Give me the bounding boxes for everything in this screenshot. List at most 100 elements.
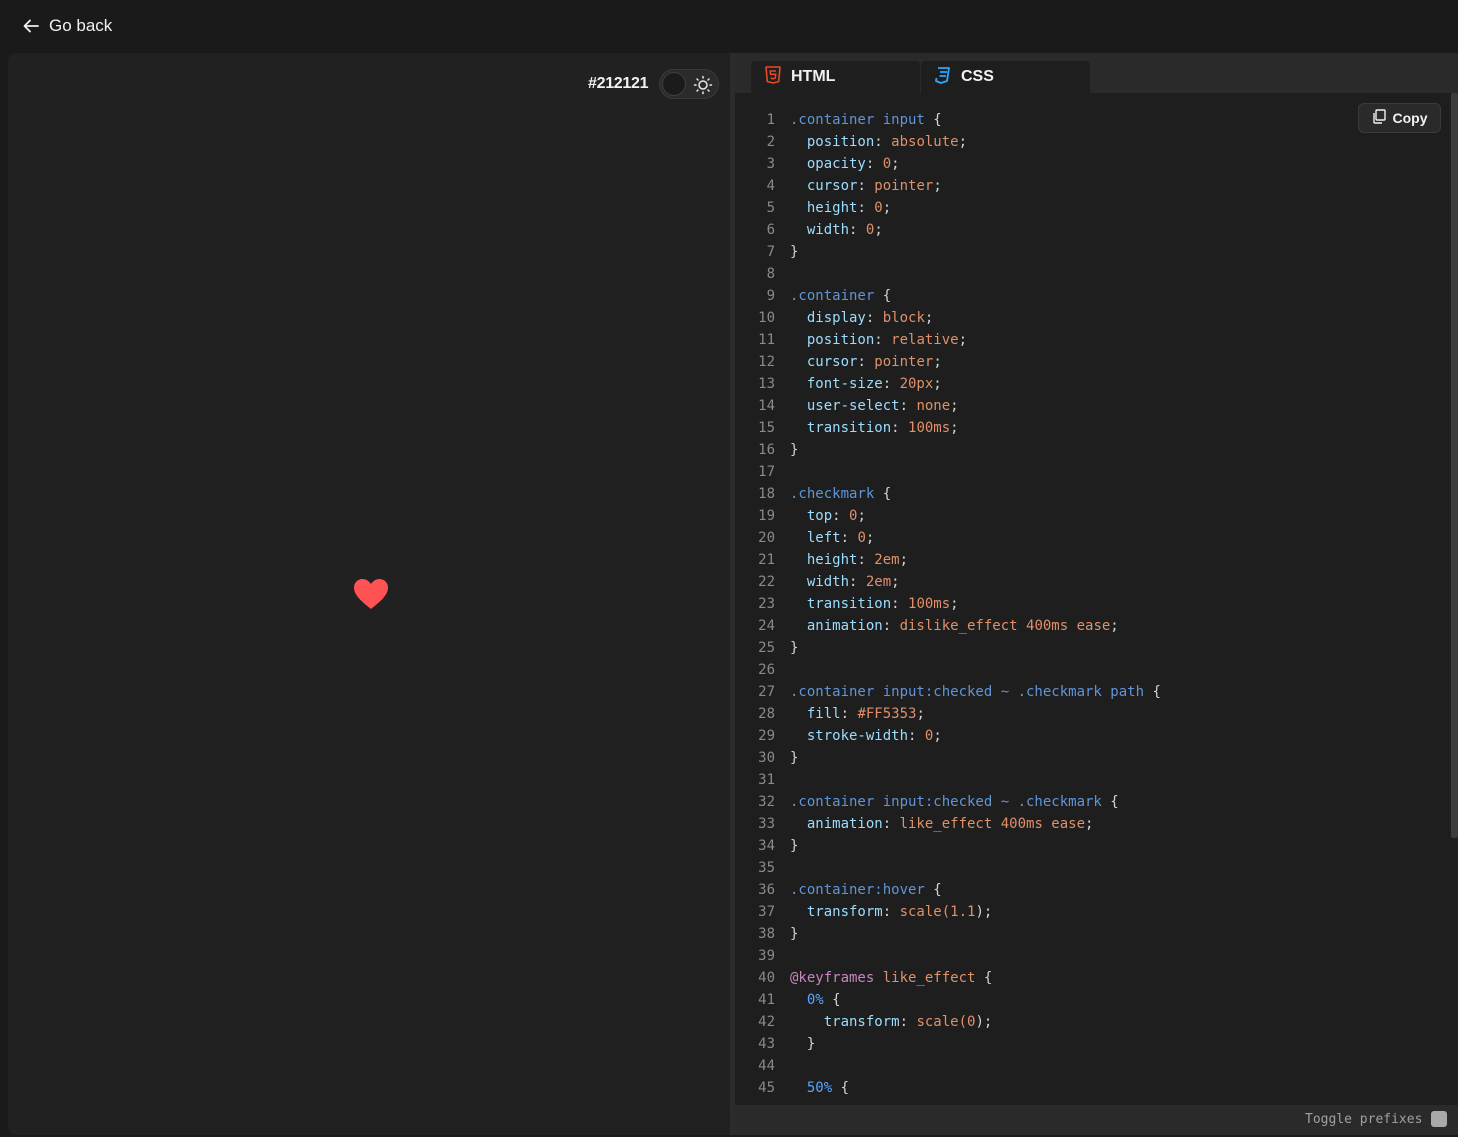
line-number: 29 [758,728,775,744]
heart-icon [354,579,388,609]
code-token: relative [891,332,959,348]
line-number: 39 [758,948,775,964]
line-number: 36 [758,882,775,898]
heart-like-checkbox[interactable] [353,578,389,615]
code-token: : [857,354,875,370]
code-token: } [790,838,799,854]
code-line: 40 @keyframes like_effect { [735,967,1450,989]
line-number: 25 [758,640,775,656]
line-number: 37 [758,904,775,920]
code-token: #FF5353 [857,706,917,722]
code-token: ; [933,376,942,392]
code-token: ; [950,398,959,414]
code-token: 2em [865,574,892,590]
preview-panel: #212121 [8,53,730,1135]
code-token: like_effect [874,970,976,986]
code-token: 2em [874,552,900,568]
code-token: ); [975,904,993,920]
line-content: } [775,439,798,461]
code-token: cursor [806,354,858,370]
code-token: { [1101,794,1119,810]
line-number: 26 [758,662,775,678]
tab-html[interactable]: HTML [751,61,920,93]
code-token: width [806,222,850,238]
code-token: : [882,618,900,634]
line-number: 31 [758,772,775,788]
code-token: height [806,200,858,216]
code-token: } [790,640,799,656]
code-token: like_effect 400ms ease [899,816,1086,832]
line-content [775,263,790,285]
go-back-label: Go back [49,16,113,35]
css3-icon [935,66,951,89]
code-token: : [882,816,900,832]
code-token: display [806,310,866,326]
code-token: } [790,750,799,766]
code-line: 44 [735,1055,1450,1077]
line-content: cursor: pointer; [775,351,942,373]
line-content: width: 0; [775,219,883,241]
background-color-label[interactable]: #212121 [588,75,649,93]
code-line: 5 height: 0; [735,197,1450,219]
code-line: 18 .checkmark { [735,483,1450,505]
line-number: 38 [758,926,775,942]
line-content [775,945,790,967]
line-content [775,1055,790,1077]
tab-html-label: HTML [791,68,836,85]
code-line: 31 [735,769,1450,791]
line-content: transform: scale(0); [775,1011,993,1033]
line-content: } [775,747,798,769]
line-content: .container input:checked ~ .checkmark pa… [775,681,1161,703]
line-number: 28 [758,706,775,722]
code-token: 1.1 [950,904,976,920]
line-number: 21 [758,552,775,568]
line-content: .container { [775,285,891,307]
code-token: scale( [899,904,951,920]
toggle-prefixes-checkbox[interactable] [1431,1111,1447,1127]
code-token: .container [790,288,875,304]
code-token: : [857,178,875,194]
line-content: height: 2em; [775,549,908,571]
code-token: { [832,1080,850,1096]
code-token: ; [891,574,900,590]
code-token: 100ms [908,420,951,436]
line-number: 43 [758,1036,775,1052]
line-number: 18 [758,486,775,502]
code-line: 28 fill: #FF5353; [735,703,1450,725]
code-token: : [899,398,917,414]
code-token: 0 [857,530,866,546]
editor-scrollbar[interactable] [1451,93,1458,838]
line-number: 15 [758,420,775,436]
code-token: { [924,882,942,898]
code-token: top [806,508,833,524]
code-token: { [1144,684,1161,700]
line-number: 32 [758,794,775,810]
go-back-button[interactable]: Go back [22,13,112,39]
code-token: : [849,222,866,238]
code-token: } [790,244,799,260]
code-view[interactable]: 1 .container input {2 position: absolute;… [735,109,1450,1099]
code-line: 33 animation: like_effect 400ms ease; [735,813,1450,835]
line-content: .container:hover { [775,879,942,901]
line-number: 16 [758,442,775,458]
code-line: 19 top: 0; [735,505,1450,527]
code-token: absolute [891,134,959,150]
copy-button[interactable]: Copy [1358,103,1441,133]
tab-css[interactable]: CSS [921,61,1090,93]
code-token: ; [1085,816,1094,832]
theme-toggle[interactable] [659,69,719,99]
line-number: 14 [758,398,775,414]
line-number: 42 [758,1014,775,1030]
code-token: { [823,992,841,1008]
line-number: 4 [766,178,775,194]
code-line: 1 .container input { [735,109,1450,131]
code-token: ; [950,420,959,436]
code-line: 21 height: 2em; [735,549,1450,571]
